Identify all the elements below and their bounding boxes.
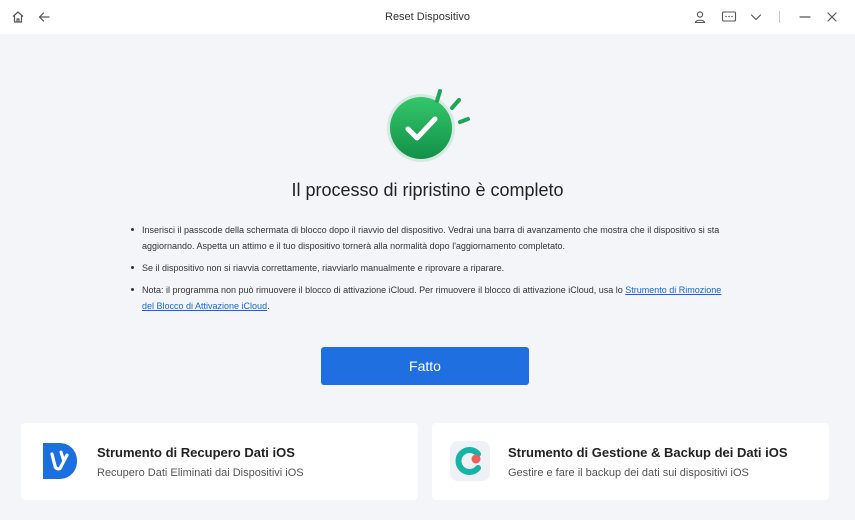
done-button[interactable]: Fatto	[321, 347, 529, 385]
home-button[interactable]	[8, 7, 28, 27]
card-title: Strumento di Recupero Dati iOS	[97, 445, 295, 460]
user-icon	[694, 11, 706, 24]
data-recovery-app-icon	[43, 443, 77, 479]
account-button[interactable]	[690, 7, 710, 27]
close-icon	[827, 12, 837, 22]
instruction-item: Inserisci il passcode della schermata di…	[128, 222, 728, 254]
chevron-down-icon	[750, 14, 762, 21]
minimize-icon	[799, 16, 811, 18]
instruction-text: Nota: il programma non può rimuovere il …	[142, 285, 626, 295]
main-content: Il processo di ripristino è completo Ins…	[0, 34, 855, 520]
titlebar-divider	[779, 11, 780, 23]
instruction-item: Se il dispositivo non si riavvia corrett…	[128, 260, 728, 276]
instruction-text: Se il dispositivo non si riavvia corrett…	[142, 263, 505, 273]
backup-manager-card[interactable]: Strumento di Gestione & Backup dei Dati …	[432, 423, 829, 500]
card-subtitle: Gestire e fare il backup dei dati sui di…	[508, 467, 749, 479]
minimize-button[interactable]	[795, 7, 815, 27]
back-arrow-icon	[38, 12, 50, 22]
message-icon	[721, 11, 737, 22]
backup-manager-app-icon	[450, 441, 490, 481]
success-checkmark-icon	[387, 89, 470, 162]
menu-dropdown-button[interactable]	[746, 7, 766, 27]
instruction-text: Inserisci il passcode della schermata di…	[142, 225, 720, 251]
back-button[interactable]	[34, 7, 54, 27]
title-bar: Reset Dispositivo	[0, 0, 855, 34]
close-button[interactable]	[822, 7, 842, 27]
instructions-list: Inserisci il passcode della schermata di…	[128, 222, 728, 320]
card-title: Strumento di Gestione & Backup dei Dati …	[508, 445, 788, 460]
feedback-button[interactable]	[719, 7, 739, 27]
card-subtitle: Recupero Dati Eliminati dai Dispositivi …	[97, 467, 304, 479]
instruction-item: Nota: il programma non può rimuovere il …	[128, 282, 728, 314]
page-title: Il processo di ripristino è completo	[291, 180, 564, 200]
instruction-suffix: .	[267, 301, 270, 311]
data-recovery-card[interactable]: Strumento di Recupero Dati iOS Recupero …	[21, 423, 418, 500]
home-icon	[12, 11, 24, 23]
